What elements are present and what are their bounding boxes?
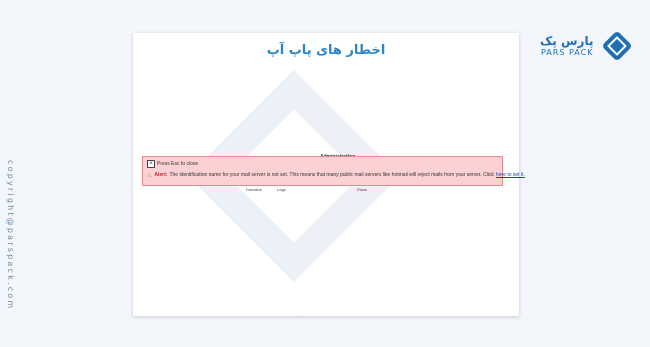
logo-diamond-icon	[603, 32, 632, 60]
tab-logs[interactable]: Logs	[277, 187, 286, 192]
copyright-text: copyright@parspack.com	[6, 160, 15, 311]
warning-icon: ⚠	[147, 173, 153, 179]
alert-message: The identification name for your mail se…	[169, 172, 494, 178]
logo-text-en: PARS PACK	[541, 48, 594, 57]
behind-tabs: Domains Logs Plans	[142, 186, 503, 194]
alert-popup: × Press Esc to close ⚠ Alert: The identi…	[142, 156, 525, 186]
logo-text-fa: پارس پک	[540, 34, 594, 48]
alert-label: Alert:	[154, 172, 168, 178]
tab-plans[interactable]: Plans	[357, 187, 367, 192]
close-icon[interactable]: ×	[147, 160, 155, 168]
close-hint: Press Esc to close	[157, 161, 199, 167]
page-title: اخطار های پاپ آپ	[266, 43, 386, 58]
tab-domains[interactable]: Domains	[246, 187, 262, 192]
alert-message-row: ⚠ Alert: The identification name for you…	[147, 172, 525, 179]
alert-close-row[interactable]: × Press Esc to close	[147, 160, 198, 168]
brand-logo: پارس پک PARS PACK	[540, 28, 635, 64]
set-link[interactable]: here to set it.	[496, 172, 525, 179]
